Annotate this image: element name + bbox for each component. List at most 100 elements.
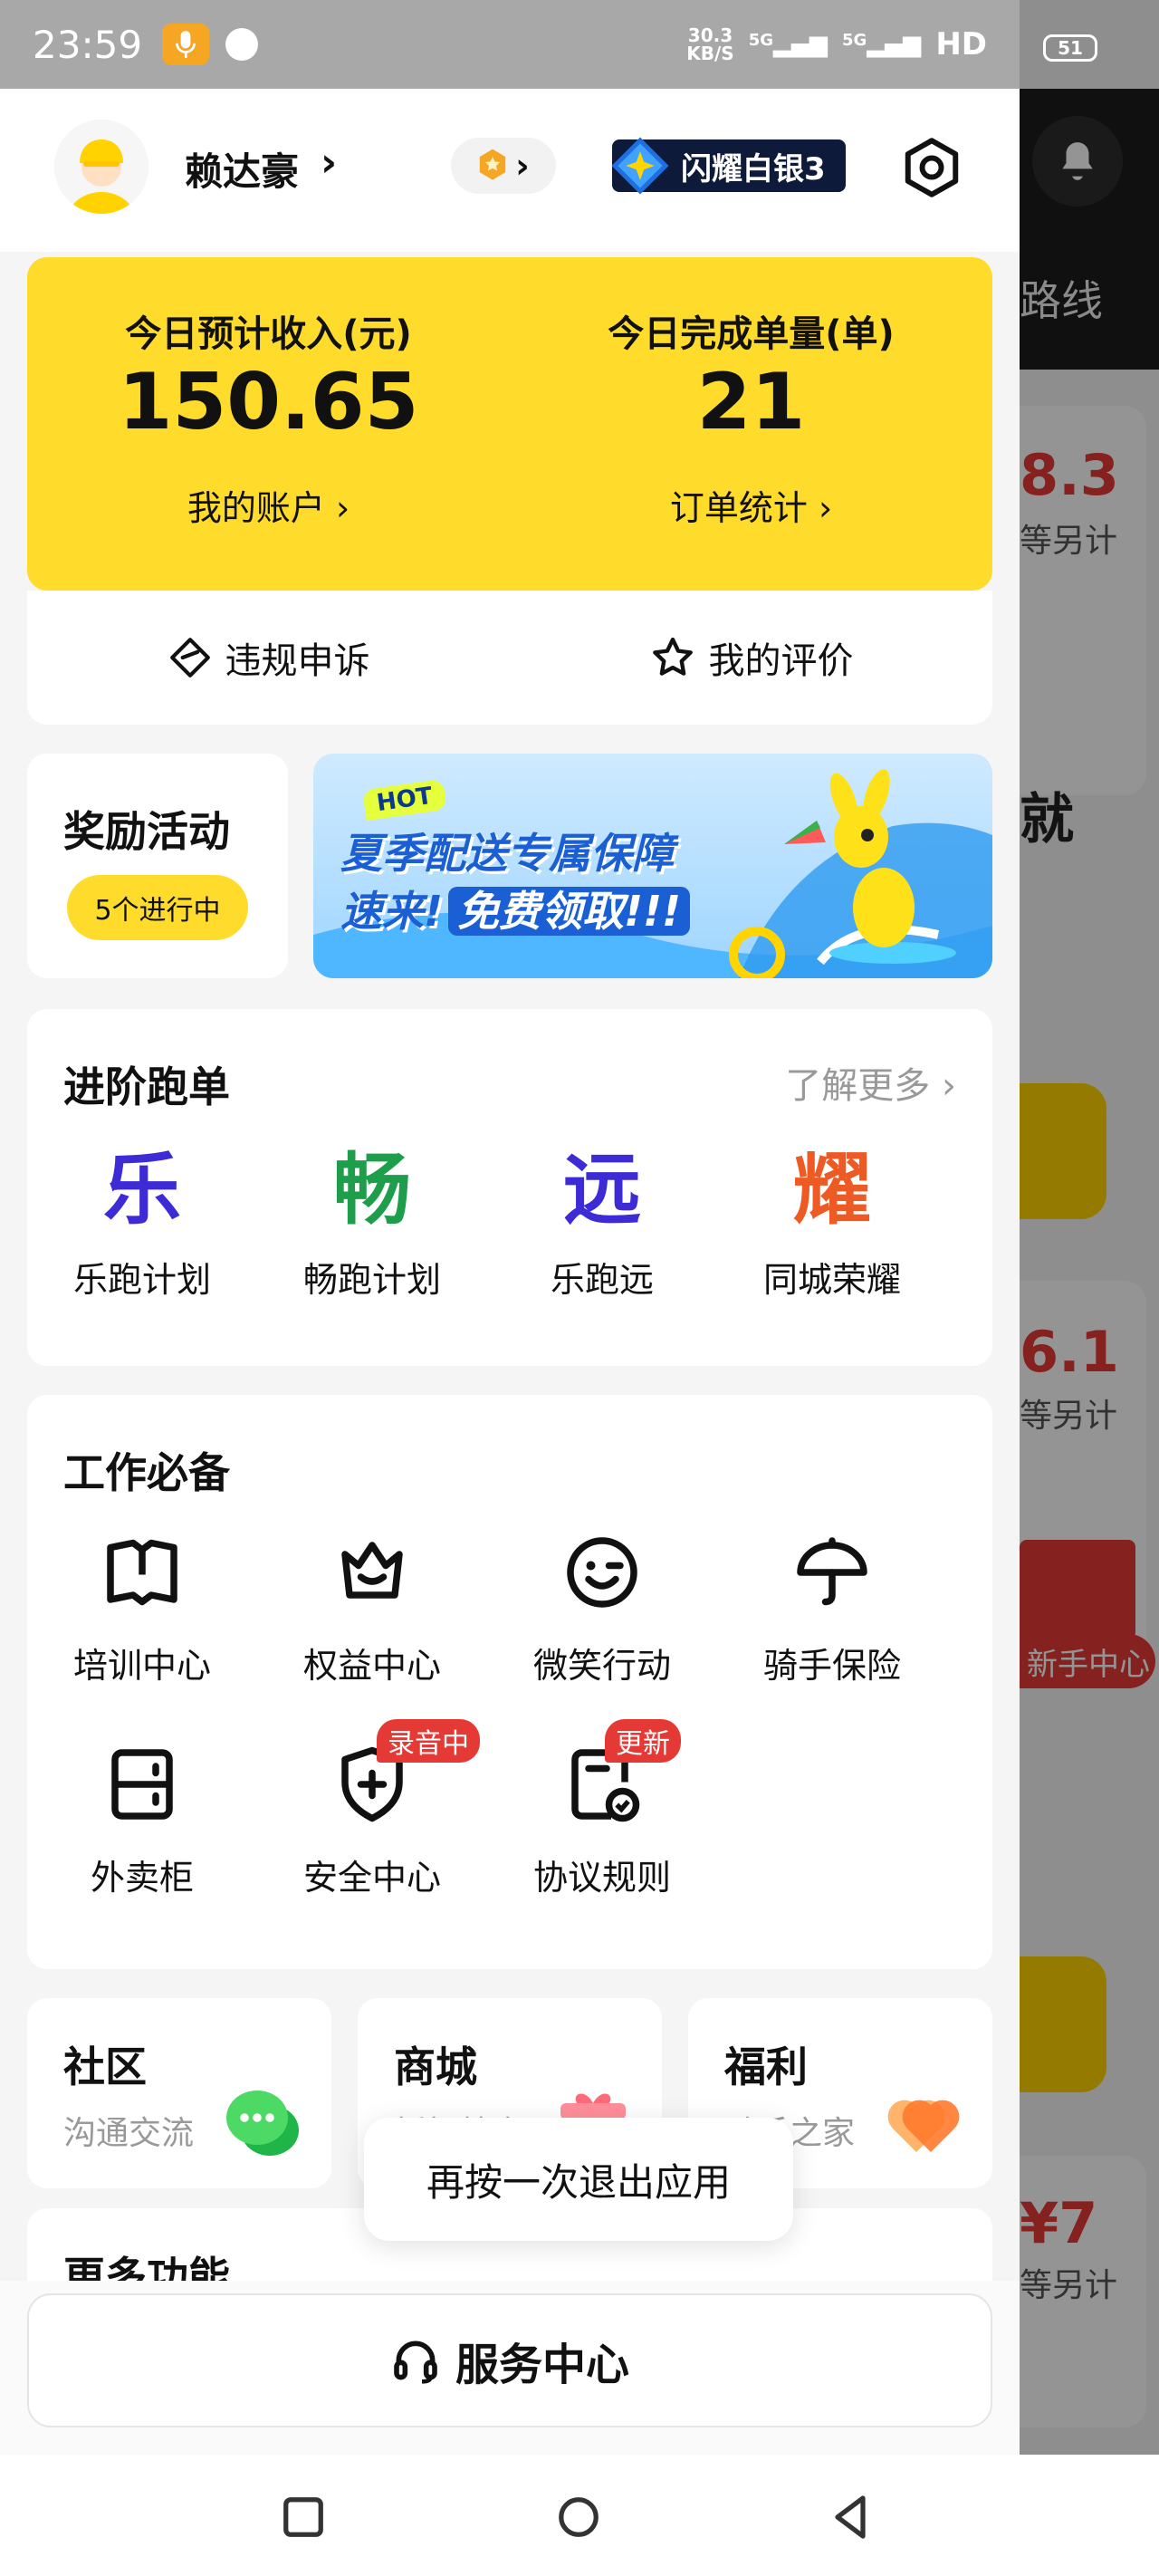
income-label: 今日预计收入(元): [125, 313, 412, 355]
locker-icon: [111, 1749, 173, 1820]
orders-label: 今日完成单量(单): [608, 313, 895, 355]
system-nav-bar: [0, 2455, 1020, 2576]
network-speed-unit: KB/S: [686, 43, 734, 64]
signal-icon: 5G▂▄▆: [748, 31, 828, 58]
reviews-label: 我的评价: [708, 640, 854, 682]
advanced-item-changpao[interactable]: 畅 畅跑计划: [257, 1145, 487, 1302]
dim-overlay[interactable]: [1020, 0, 1159, 2455]
book-icon: [107, 1539, 177, 1606]
background-bottom: [1020, 2455, 1159, 2576]
advanced-item-label: 乐跑计划: [72, 1260, 211, 1300]
chat-bubble-icon: [226, 2091, 299, 2156]
chevron-right-icon: ›: [515, 146, 530, 186]
side-drawer: 赖达豪 › › 闪耀白银3 今日预计收入(元) 150.65 我的账户 › 今日…: [0, 89, 1020, 2455]
welfare-title: 福利: [724, 2043, 808, 2091]
earnings-card: 今日预计收入(元) 150.65 我的账户 › 今日完成单量(单) 21 订单统…: [27, 257, 992, 591]
work-item-label: 培训中心: [72, 1646, 211, 1686]
appeal-button[interactable]: 违规申诉: [27, 591, 510, 725]
work-item-label: 微笑行动: [532, 1646, 671, 1686]
avatar[interactable]: [54, 120, 148, 214]
advanced-item-tongcheng[interactable]: 耀 同城荣耀: [717, 1145, 947, 1302]
rewards-card[interactable]: 奖励活动 5个进行中: [27, 754, 288, 978]
smile-icon: [567, 1537, 637, 1608]
work-item-benefits[interactable]: 权益中心: [257, 1527, 487, 1687]
exit-toast: 再按一次退出应用: [364, 2118, 793, 2241]
tongcheng-icon: 耀: [793, 1145, 871, 1235]
advanced-item-label: 畅跑计划: [302, 1260, 441, 1300]
umbrella-icon: [797, 1537, 867, 1606]
service-center-label: 服务中心: [455, 2340, 629, 2390]
work-essentials-card: 工作必备 培训中心 权益中心 微笑行动 骑手保险 外卖柜 安全中心 录音中 协议…: [27, 1395, 992, 1969]
income-block: 今日预计收入(元) 150.65 我的账户 ›: [27, 257, 510, 591]
orders-block: 今日完成单量(单) 21 订单统计 ›: [510, 257, 992, 591]
status-time: 23:59: [33, 22, 143, 67]
medal-button[interactable]: ›: [451, 138, 556, 194]
chevron-right-icon[interactable]: ›: [321, 139, 337, 186]
appeal-label: 违规申诉: [225, 640, 370, 682]
community-card[interactable]: 社区 沟通交流: [27, 1998, 331, 2188]
work-item-smile[interactable]: 微笑行动: [487, 1527, 717, 1687]
work-item-label: 协议规则: [532, 1858, 671, 1898]
lepaoyuan-icon: 远: [563, 1145, 641, 1235]
my-reviews-button[interactable]: 我的评价: [510, 591, 992, 725]
update-tag: 更新: [605, 1719, 681, 1763]
learn-more-link[interactable]: 了解更多 ›: [785, 1056, 956, 1109]
back-icon[interactable]: [819, 2485, 882, 2549]
crown-icon: [341, 1542, 403, 1599]
work-item-agreement[interactable]: 协议规则 更新: [487, 1719, 717, 1899]
banner-subline-a: 速来!: [340, 887, 443, 936]
changpao-icon: 畅: [333, 1145, 411, 1235]
status-indicators: 30.3 KB/S 5G▂▄▆ 5G▂▄▆ HD: [686, 26, 987, 62]
advanced-item-label: 乐跑远: [550, 1260, 654, 1300]
headset-icon: [394, 2341, 437, 2384]
appeal-icon: [169, 638, 210, 678]
signal-label: 5G: [842, 31, 867, 50]
advanced-item-label: 同城荣耀: [762, 1260, 901, 1300]
work-item-label: 安全中心: [302, 1858, 441, 1898]
work-item-insurance[interactable]: 骑手保险: [717, 1527, 947, 1687]
service-center-button[interactable]: 服务中心: [27, 2293, 992, 2427]
work-item-training[interactable]: 培训中心: [27, 1527, 257, 1687]
notification-dot-icon: [225, 28, 259, 61]
rewards-count-badge: 5个进行中: [67, 875, 248, 940]
home-icon[interactable]: [547, 2485, 610, 2549]
community-subtitle: 沟通交流: [63, 2115, 195, 2152]
work-item-locker[interactable]: 外卖柜: [27, 1739, 257, 1899]
mall-title: 商城: [394, 2043, 477, 2091]
settings-icon[interactable]: [900, 136, 963, 199]
hd-indicator: HD: [935, 26, 987, 62]
network-speed: 30.3 KB/S: [686, 26, 733, 62]
signal-label: 5G: [748, 31, 773, 50]
user-name[interactable]: 赖达豪: [185, 141, 299, 197]
advanced-item-lepaoyuan[interactable]: 远 乐跑远: [487, 1145, 717, 1302]
banner-subline: 速来! 免费领取!!!: [340, 879, 690, 938]
rank-badge[interactable]: 闪耀白银3: [611, 137, 846, 195]
rank-label: 闪耀白银3: [681, 150, 826, 187]
orders-value: 21: [696, 357, 806, 447]
work-item-label: 外卖柜: [90, 1858, 194, 1898]
star-icon: [652, 637, 693, 676]
income-value: 150.65: [118, 357, 419, 447]
community-title: 社区: [63, 2043, 147, 2091]
work-title: 工作必备: [63, 1448, 230, 1497]
advanced-item-lepao[interactable]: 乐 乐跑计划: [27, 1145, 257, 1302]
network-speed-value: 30.3: [687, 24, 733, 46]
banner-cta: 免费领取!!!: [447, 887, 690, 936]
recording-tag: 录音中: [377, 1719, 480, 1763]
lepao-icon: 乐: [103, 1145, 181, 1235]
microphone-icon: [162, 24, 210, 65]
recents-icon[interactable]: [272, 2485, 335, 2549]
work-item-label: 权益中心: [302, 1646, 441, 1686]
advanced-title: 进阶跑单: [63, 1062, 230, 1111]
battery-icon: 51: [1043, 34, 1097, 62]
signal-icon: 5G▂▄▆: [842, 31, 922, 58]
rank-diamond-icon: [611, 137, 669, 195]
banner-headline: 夏季配送专属保障: [340, 829, 674, 878]
profile-header: 赖达豪 › › 闪耀白银3: [0, 89, 1020, 252]
promo-banner[interactable]: HOT 夏季配送专属保障 速来! 免费领取!!!: [313, 754, 992, 978]
advanced-running-card: 进阶跑单 了解更多 › 乐 乐跑计划 畅 畅跑计划 远 乐跑远 耀 同城荣耀: [27, 1009, 992, 1366]
work-item-safety[interactable]: 安全中心 录音中: [257, 1719, 487, 1899]
my-account-link[interactable]: 我的账户 ›: [27, 480, 510, 530]
medal-icon: [479, 149, 506, 180]
order-stats-link[interactable]: 订单统计 ›: [510, 480, 992, 530]
